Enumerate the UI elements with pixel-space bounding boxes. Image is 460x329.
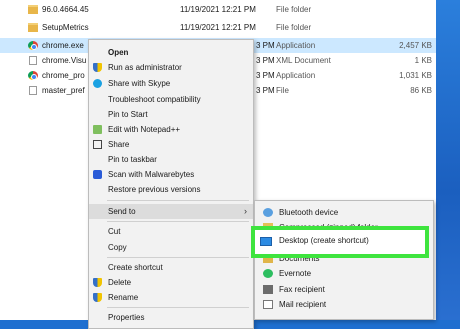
send-to-mail-recipient[interactable]: Mail recipient [255, 297, 433, 312]
file-type: File folder [276, 5, 312, 14]
shield-icon [93, 63, 102, 72]
desktop-background [436, 0, 460, 320]
file-name: chrome_pro [42, 71, 85, 80]
file-name: chrome.exe [42, 41, 84, 50]
send-to-bluetooth[interactable]: Bluetooth device [255, 205, 433, 220]
shield-icon [93, 293, 102, 302]
menu-item-pin-to-start[interactable]: Pin to Start [89, 107, 253, 122]
menu-label: Open [108, 48, 129, 57]
document-icon [29, 86, 37, 95]
file-name: master_pref [42, 86, 85, 95]
bluetooth-icon [263, 208, 273, 217]
menu-item-share-with-skype[interactable]: Share with Skype [89, 76, 253, 91]
folder-icon [28, 23, 38, 32]
submenu-label: Mail recipient [279, 300, 327, 309]
menu-separator [107, 221, 249, 222]
menu-item-create-shortcut[interactable]: Create shortcut [89, 260, 253, 275]
submenu-label: Desktop (create shortcut) [279, 236, 369, 245]
file-type: XML Document [276, 56, 331, 65]
submenu-label: Bluetooth device [279, 208, 339, 217]
send-to-submenu: Bluetooth device Compressed (zipped) fol… [254, 200, 434, 320]
chrome-icon [28, 41, 38, 50]
fax-icon [263, 285, 273, 294]
menu-label: Share with Skype [108, 79, 171, 88]
notepad-plus-plus-icon [93, 125, 102, 134]
menu-label: Send to [108, 207, 136, 216]
menu-label: Pin to taskbar [108, 155, 157, 164]
file-type: File [276, 86, 289, 95]
menu-label: Rename [108, 293, 139, 302]
file-date: 3 PM [256, 71, 275, 80]
context-menu: Open Run as administrator Share with Sky… [88, 39, 254, 329]
menu-label: Copy [108, 243, 127, 252]
menu-item-scan-malwarebytes[interactable]: Scan with Malwarebytes [89, 167, 253, 182]
menu-label: Create shortcut [108, 263, 163, 272]
file-date: 3 PM [256, 56, 275, 65]
menu-item-open[interactable]: Open [89, 45, 253, 60]
menu-item-troubleshoot[interactable]: Troubleshoot compatibility [89, 92, 253, 107]
skype-icon [93, 79, 102, 88]
submenu-label: Fax recipient [279, 285, 325, 294]
file-size: 1,031 KB [399, 71, 432, 80]
file-row-folder-96[interactable]: 96.0.4664.45 11/19/2021 12:21 PM File fo… [0, 2, 436, 17]
mail-icon [263, 300, 273, 309]
file-date: 11/19/2021 12:21 PM [180, 5, 256, 14]
menu-item-copy[interactable]: Copy [89, 240, 253, 255]
menu-label: Cut [108, 227, 121, 236]
file-type: File folder [276, 23, 312, 32]
menu-separator [107, 200, 249, 201]
file-type: Application [276, 71, 316, 80]
file-date: 3 PM [256, 86, 275, 95]
menu-label: Pin to Start [108, 110, 148, 119]
document-icon [29, 56, 37, 65]
file-size: 86 KB [410, 86, 432, 95]
file-date: 3 PM [256, 41, 275, 50]
file-name: 96.0.4664.45 [42, 5, 89, 14]
desktop-icon [260, 237, 272, 246]
menu-label: Restore previous versions [108, 185, 201, 194]
send-to-evernote[interactable]: Evernote [255, 266, 433, 281]
file-size: 2,457 KB [399, 41, 432, 50]
malwarebytes-icon [93, 170, 102, 179]
chevron-right-icon: › [244, 206, 247, 216]
file-name: chrome.Visu [42, 56, 87, 65]
menu-item-run-as-administrator[interactable]: Run as administrator [89, 60, 253, 75]
file-type: Application [276, 41, 316, 50]
share-icon [93, 140, 102, 149]
folder-icon [28, 5, 38, 14]
file-name: SetupMetrics [42, 23, 89, 32]
menu-item-pin-to-taskbar[interactable]: Pin to taskbar [89, 152, 253, 167]
menu-label: Scan with Malwarebytes [108, 170, 195, 179]
menu-item-rename[interactable]: Rename [89, 290, 253, 305]
menu-item-edit-notepad[interactable]: Edit with Notepad++ [89, 122, 253, 137]
send-to-fax-recipient[interactable]: Fax recipient [255, 282, 433, 297]
menu-separator [107, 307, 249, 308]
menu-label: Properties [108, 313, 145, 322]
shield-icon [93, 278, 102, 287]
send-to-desktop-create-shortcut[interactable]: Desktop (create shortcut) [251, 226, 429, 258]
menu-label: Edit with Notepad++ [108, 125, 181, 134]
menu-separator [107, 257, 249, 258]
menu-label: Troubleshoot compatibility [108, 95, 201, 104]
file-row-setupmetrics[interactable]: SetupMetrics 11/19/2021 12:21 PM File fo… [0, 20, 436, 35]
submenu-label: Evernote [279, 269, 312, 278]
menu-item-properties[interactable]: Properties [89, 310, 253, 325]
chrome-icon [28, 71, 38, 80]
menu-label: Run as administrator [108, 63, 182, 72]
menu-item-delete[interactable]: Delete [89, 275, 253, 290]
menu-label: Delete [108, 278, 132, 287]
menu-label: Share [108, 140, 130, 149]
menu-item-restore-previous-versions[interactable]: Restore previous versions [89, 182, 253, 197]
file-date: 11/19/2021 12:21 PM [180, 23, 256, 32]
file-size: 1 KB [414, 56, 432, 65]
menu-item-send-to[interactable]: Send to › [89, 204, 253, 219]
evernote-icon [263, 269, 273, 278]
menu-item-cut[interactable]: Cut [89, 224, 253, 239]
menu-item-share[interactable]: Share [89, 137, 253, 152]
